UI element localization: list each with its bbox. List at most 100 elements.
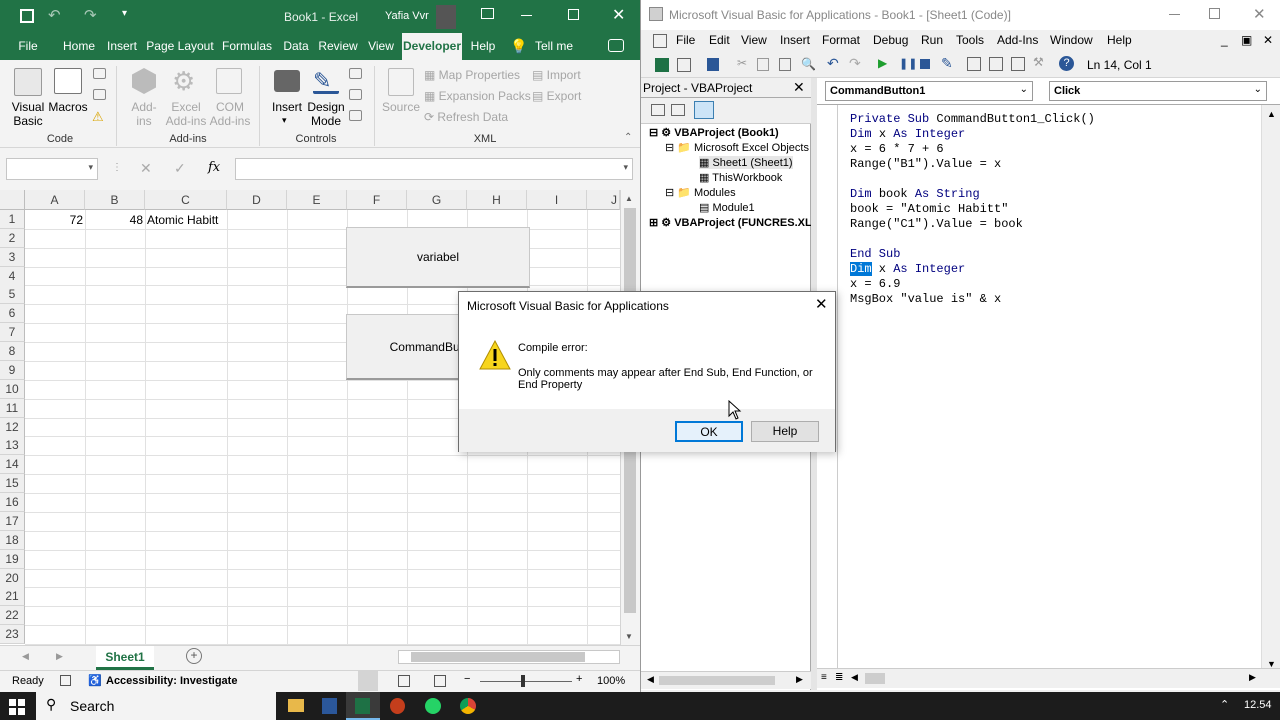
menu-view[interactable]: View — [741, 33, 767, 47]
object-browser-icon[interactable] — [1011, 57, 1025, 71]
insert-function-icon[interactable]: fx — [208, 160, 220, 175]
excel-taskbar-button[interactable] — [346, 692, 380, 720]
import-button[interactable]: ▤ Import — [532, 68, 592, 82]
view-excel-icon[interactable] — [655, 58, 669, 72]
column-header[interactable]: B — [85, 190, 145, 210]
column-header[interactable]: D — [227, 190, 287, 210]
insert-controls-button[interactable]: Insert — [268, 100, 306, 114]
macro-security-icon[interactable]: ⚠ — [92, 109, 104, 125]
code-h-scroll-thumb[interactable] — [865, 673, 885, 684]
com-addins-button[interactable]: COM Add-ins — [206, 100, 254, 128]
project-close-icon[interactable]: ✕ — [793, 79, 805, 96]
name-box[interactable]: ▾ — [6, 158, 98, 180]
menu-help[interactable]: Help — [1107, 33, 1132, 47]
tab-insert[interactable]: Insert — [104, 33, 140, 60]
code-scroll-left-icon[interactable]: ◀ — [851, 672, 858, 683]
row-header[interactable]: 1 — [0, 210, 25, 229]
row-header[interactable]: 21 — [0, 587, 25, 607]
column-header[interactable]: C — [145, 190, 227, 210]
addins-button[interactable]: Add- ins — [124, 100, 164, 128]
object-combo[interactable]: CommandButton1 ⌄ — [825, 81, 1033, 101]
row-header[interactable]: 16 — [0, 493, 25, 513]
tab-file[interactable]: File — [12, 33, 44, 60]
minimize-icon[interactable] — [521, 15, 532, 16]
show-hidden-icons[interactable]: ⌃ — [1220, 698, 1229, 711]
export-button[interactable]: ▤ Export — [532, 89, 592, 103]
tab-help[interactable]: Help — [468, 33, 498, 60]
redo-icon[interactable]: ↷ — [84, 6, 97, 24]
menu-insert[interactable]: Insert — [780, 33, 810, 47]
tree-vbaproject-book1[interactable]: ⊟ ⚙ VBAProject (Book1) — [649, 126, 779, 139]
properties-icon[interactable] — [349, 68, 362, 79]
row-header[interactable]: 8 — [0, 342, 25, 362]
formula-input[interactable]: ▾ — [235, 158, 633, 180]
row-header[interactable]: 14 — [0, 455, 25, 475]
source-button[interactable]: Source — [380, 100, 422, 114]
row-header[interactable]: 20 — [0, 568, 25, 588]
whatsapp-icon[interactable] — [425, 698, 441, 714]
taskbar-clock[interactable]: 12.54 — [1244, 699, 1272, 711]
row-header[interactable]: 7 — [0, 323, 25, 343]
horizontal-scrollbar[interactable] — [398, 650, 620, 664]
row-header[interactable]: 10 — [0, 379, 25, 399]
tree-excel-objects[interactable]: ⊟ 📁 Microsoft Excel Objects — [665, 141, 809, 154]
paste-icon[interactable] — [779, 58, 791, 71]
menu-format[interactable]: Format — [822, 33, 860, 47]
vba-close-icon[interactable]: ✕ — [1253, 5, 1266, 23]
copy-icon[interactable] — [757, 58, 769, 71]
row-header[interactable]: 13 — [0, 436, 25, 456]
proj-scroll-left-icon[interactable]: ◀ — [647, 674, 654, 685]
view-object-icon[interactable] — [671, 104, 685, 116]
toggle-folders-icon[interactable] — [694, 101, 714, 119]
row-header[interactable]: 2 — [0, 228, 25, 248]
column-header[interactable]: G — [407, 190, 467, 210]
scroll-up-icon[interactable]: ▲ — [625, 194, 633, 203]
scroll-down-icon[interactable]: ▼ — [625, 632, 633, 641]
child-close-icon[interactable]: ✕ — [1263, 33, 1273, 47]
menu-file[interactable]: File — [676, 33, 695, 47]
help-button[interactable]: Help — [751, 421, 819, 442]
cell-a1[interactable]: 72 — [25, 211, 83, 229]
add-sheet-icon[interactable]: + — [186, 648, 202, 664]
refresh-data-button[interactable]: ⟳ Refresh Data — [424, 110, 524, 124]
column-header[interactable]: E — [287, 190, 347, 210]
column-header[interactable]: H — [467, 190, 527, 210]
project-explorer-icon[interactable] — [967, 57, 981, 71]
maximize-icon[interactable] — [568, 9, 579, 20]
code-line[interactable]: Dim book As String — [850, 187, 980, 202]
menu-addins[interactable]: Add-Ins — [997, 33, 1038, 47]
row-header[interactable]: 17 — [0, 511, 25, 531]
code-line[interactable]: Range("C1").Value = book — [850, 217, 1023, 232]
properties-window-icon[interactable] — [989, 57, 1003, 71]
zoom-thumb[interactable] — [521, 675, 525, 687]
confirm-entry-icon[interactable]: ✓ — [174, 160, 186, 177]
cut-icon[interactable]: ✂ — [737, 56, 747, 70]
row-header[interactable]: 11 — [0, 398, 25, 418]
procedure-combo[interactable]: Click ⌄ — [1049, 81, 1267, 101]
cancel-entry-icon[interactable]: ✕ — [140, 160, 152, 177]
row-header[interactable]: 22 — [0, 606, 25, 626]
view-code-btn-icon[interactable] — [651, 104, 665, 116]
page-break-view-icon[interactable] — [434, 675, 446, 687]
row-header[interactable]: 18 — [0, 530, 25, 550]
row-header[interactable]: 12 — [0, 417, 25, 437]
row-header[interactable]: 3 — [0, 247, 25, 267]
tree-modules[interactable]: ⊟ 📁 Modules — [665, 186, 736, 199]
code-window-icon[interactable] — [653, 34, 667, 48]
menu-window[interactable]: Window — [1050, 33, 1093, 47]
row-header[interactable]: 4 — [0, 266, 25, 286]
zoom-in-icon[interactable]: + — [576, 673, 582, 685]
toolbox-vba-icon[interactable]: ⚒ — [1033, 55, 1044, 69]
help-icon[interactable]: ? — [1059, 56, 1074, 71]
windows-start-icon[interactable] — [9, 699, 25, 715]
code-line[interactable]: End Sub — [850, 247, 900, 262]
tree-vbaproject-funcres[interactable]: ⊞ ⚙ VBAProject (FUNCRES.XL — [649, 216, 812, 229]
code-line[interactable]: book = "Atomic Habitt" — [850, 202, 1008, 217]
page-layout-view-icon[interactable] — [398, 675, 410, 687]
code-line[interactable]: Private Sub CommandButton1_Click() — [850, 112, 1095, 127]
code-h-scrollbar[interactable]: ≡ ≣ ◀ ▶ — [817, 668, 1280, 688]
excel-addins-button[interactable]: Excel Add-ins — [164, 100, 208, 128]
procedure-view-icon[interactable]: ≡ — [821, 672, 827, 683]
code-editor[interactable]: Private Sub CommandButton1_Click() Dim x … — [817, 104, 1280, 679]
file-explorer-icon[interactable] — [288, 699, 304, 712]
